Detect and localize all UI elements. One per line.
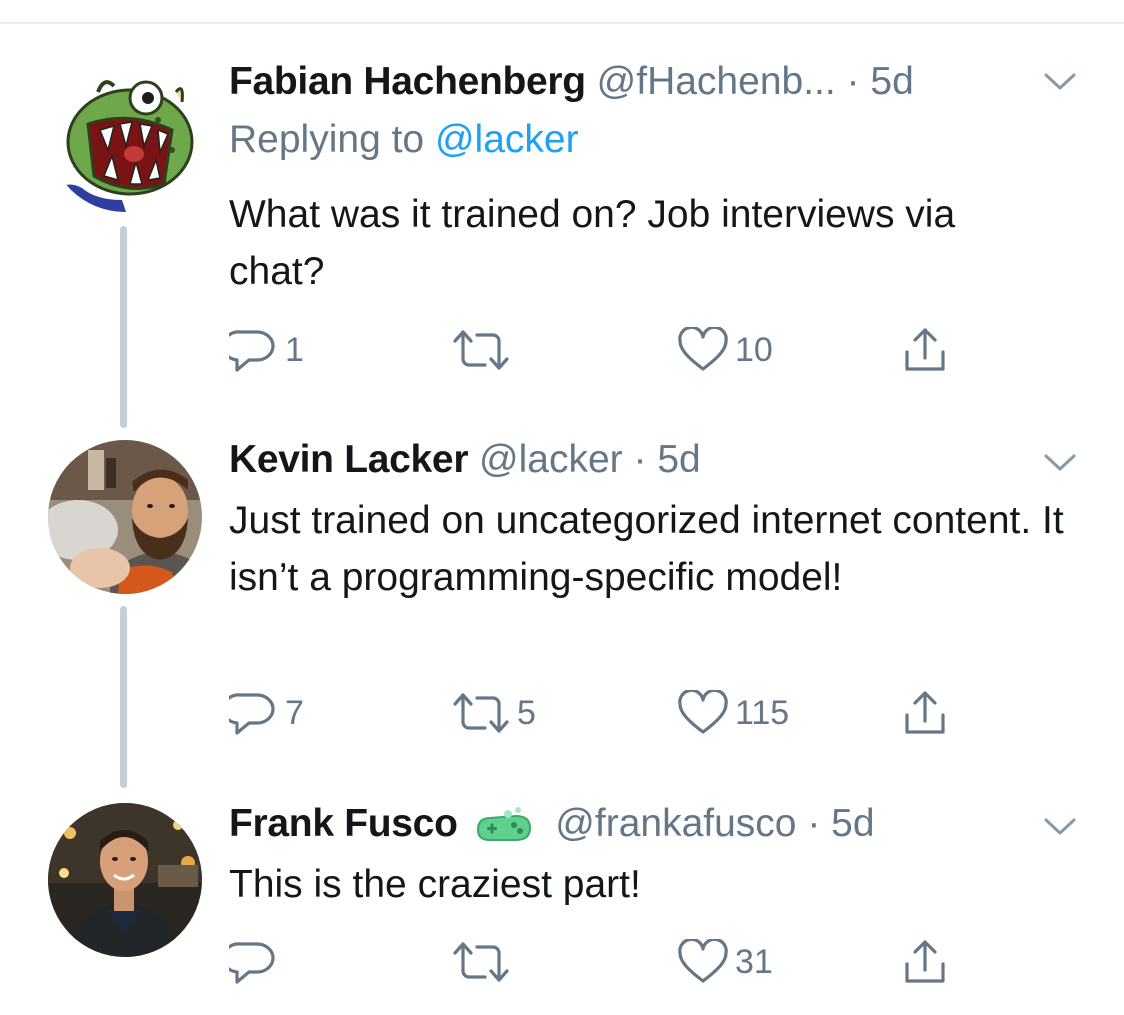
tweet-text: This is the craziest part! bbox=[229, 863, 641, 906]
like-count: 10 bbox=[735, 330, 773, 369]
tweet-text: What was it trained on? Job interviews v… bbox=[229, 193, 956, 293]
share-button[interactable] bbox=[902, 690, 948, 736]
separator-dot: · bbox=[633, 438, 647, 481]
user-avatar[interactable] bbox=[48, 803, 202, 957]
display-name[interactable]: Frank Fusco bbox=[229, 802, 458, 845]
share-button[interactable] bbox=[902, 327, 948, 373]
retweet-icon bbox=[453, 942, 509, 982]
user-avatar[interactable] bbox=[48, 58, 202, 212]
retweet-button[interactable]: 5 bbox=[451, 690, 536, 736]
timestamp[interactable]: 5d bbox=[831, 802, 874, 845]
reply-icon bbox=[229, 693, 275, 735]
monster-avatar-icon bbox=[48, 58, 202, 212]
retweet-button[interactable] bbox=[451, 939, 517, 985]
man-night-street-photo bbox=[48, 803, 202, 957]
reply-count: 7 bbox=[285, 693, 304, 732]
display-name[interactable]: Kevin Lacker bbox=[229, 438, 469, 481]
thread-connector-line bbox=[120, 606, 127, 788]
like-button[interactable]: 10 bbox=[677, 327, 773, 373]
reply-button[interactable]: 1 bbox=[229, 327, 304, 373]
share-button[interactable] bbox=[902, 939, 948, 985]
user-handle[interactable]: @lacker bbox=[479, 438, 623, 481]
reply-count: 1 bbox=[285, 330, 304, 369]
tweet-actions: 1 10 bbox=[229, 327, 989, 373]
like-button[interactable]: 31 bbox=[677, 939, 773, 985]
tweet-header: Kevin Lacker @lacker · 5d bbox=[229, 434, 701, 486]
reply-button[interactable]: 7 bbox=[229, 690, 304, 736]
separator-dot: · bbox=[807, 802, 821, 845]
chevron-down-icon[interactable] bbox=[1043, 452, 1077, 474]
top-divider bbox=[0, 22, 1124, 24]
tweet-header: Fabian Hachenberg @fHachenb... · 5d bbox=[229, 56, 914, 108]
retweet-button[interactable] bbox=[451, 327, 517, 373]
timestamp[interactable]: 5d bbox=[657, 438, 700, 481]
like-count: 31 bbox=[735, 942, 773, 981]
chevron-down-icon[interactable] bbox=[1043, 71, 1077, 93]
chevron-down-icon[interactable] bbox=[1043, 816, 1077, 838]
replying-to-label: Replying to bbox=[229, 118, 425, 161]
replying-to: Replying to @lacker bbox=[229, 114, 579, 166]
like-button[interactable]: 115 bbox=[677, 690, 789, 736]
retweet-icon bbox=[453, 693, 509, 733]
green-controller-emoji-icon bbox=[477, 806, 532, 841]
retweet-count: 5 bbox=[517, 693, 536, 732]
like-count: 115 bbox=[735, 693, 790, 732]
heart-icon bbox=[678, 327, 728, 371]
share-icon bbox=[905, 328, 945, 371]
tweet-actions: 31 bbox=[229, 939, 989, 985]
timestamp[interactable]: 5d bbox=[870, 60, 913, 103]
user-handle[interactable]: @fHachenb... bbox=[597, 60, 836, 103]
share-icon bbox=[905, 691, 945, 734]
retweet-icon bbox=[453, 330, 509, 370]
user-handle[interactable]: @frankafusco bbox=[555, 802, 796, 845]
heart-icon bbox=[678, 690, 728, 734]
reply-icon bbox=[229, 942, 275, 984]
separator-dot: · bbox=[846, 60, 860, 103]
heart-icon bbox=[678, 939, 728, 983]
display-name[interactable]: Fabian Hachenberg bbox=[229, 60, 586, 103]
thread-connector-line bbox=[120, 226, 127, 428]
share-icon bbox=[905, 940, 945, 983]
tweet-header: Frank Fusco @frankafusco · 5d bbox=[229, 798, 875, 850]
tweet-text: Just trained on uncategorized internet c… bbox=[229, 499, 1064, 599]
tweet-actions: 7 5 115 bbox=[229, 690, 989, 736]
reply-icon bbox=[229, 330, 275, 372]
reply-button[interactable] bbox=[229, 939, 285, 985]
bearded-man-photo bbox=[48, 440, 202, 594]
mention-link[interactable]: @lacker bbox=[435, 118, 579, 161]
user-avatar[interactable] bbox=[48, 440, 202, 594]
